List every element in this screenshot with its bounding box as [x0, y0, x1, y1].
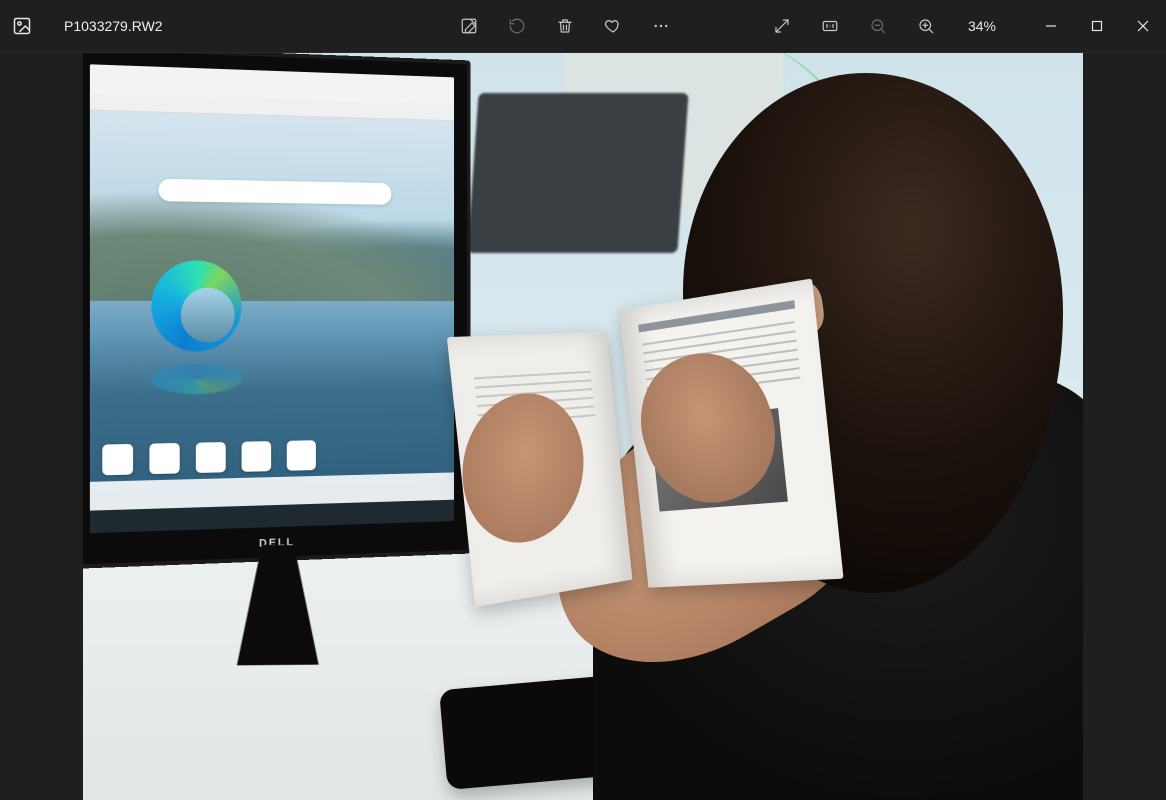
favorite-button[interactable]	[591, 0, 635, 52]
monitor-bezel: DELL	[83, 53, 471, 569]
monitor-screen	[90, 64, 454, 533]
zoom-percent: 34%	[952, 18, 1012, 34]
maximize-button[interactable]	[1074, 8, 1120, 44]
app-photos-icon	[0, 0, 44, 52]
fullscreen-button[interactable]	[760, 0, 804, 52]
toolbar-center	[441, 0, 689, 52]
file-name: P1033279.RW2	[44, 18, 183, 34]
minimize-button[interactable]	[1028, 8, 1074, 44]
photo-content: DELL	[83, 53, 1083, 800]
more-button[interactable]	[639, 0, 683, 52]
edge-search-bar	[158, 179, 391, 205]
close-button[interactable]	[1120, 8, 1166, 44]
quick-link-icons	[102, 440, 316, 475]
rotate-button[interactable]	[495, 0, 539, 52]
toolbar-zoom: 34%	[754, 0, 1018, 52]
image-viewport[interactable]: DELL	[0, 53, 1166, 800]
zoom-in-button[interactable]	[904, 0, 948, 52]
edit-image-button[interactable]	[447, 0, 491, 52]
delete-button[interactable]	[543, 0, 587, 52]
titlebar: P1033279.RW2 34%	[0, 0, 1166, 53]
window-controls	[1028, 8, 1166, 44]
edge-logo-icon	[151, 260, 241, 352]
actual-size-button[interactable]	[808, 0, 852, 52]
zoom-out-button[interactable]	[856, 0, 900, 52]
